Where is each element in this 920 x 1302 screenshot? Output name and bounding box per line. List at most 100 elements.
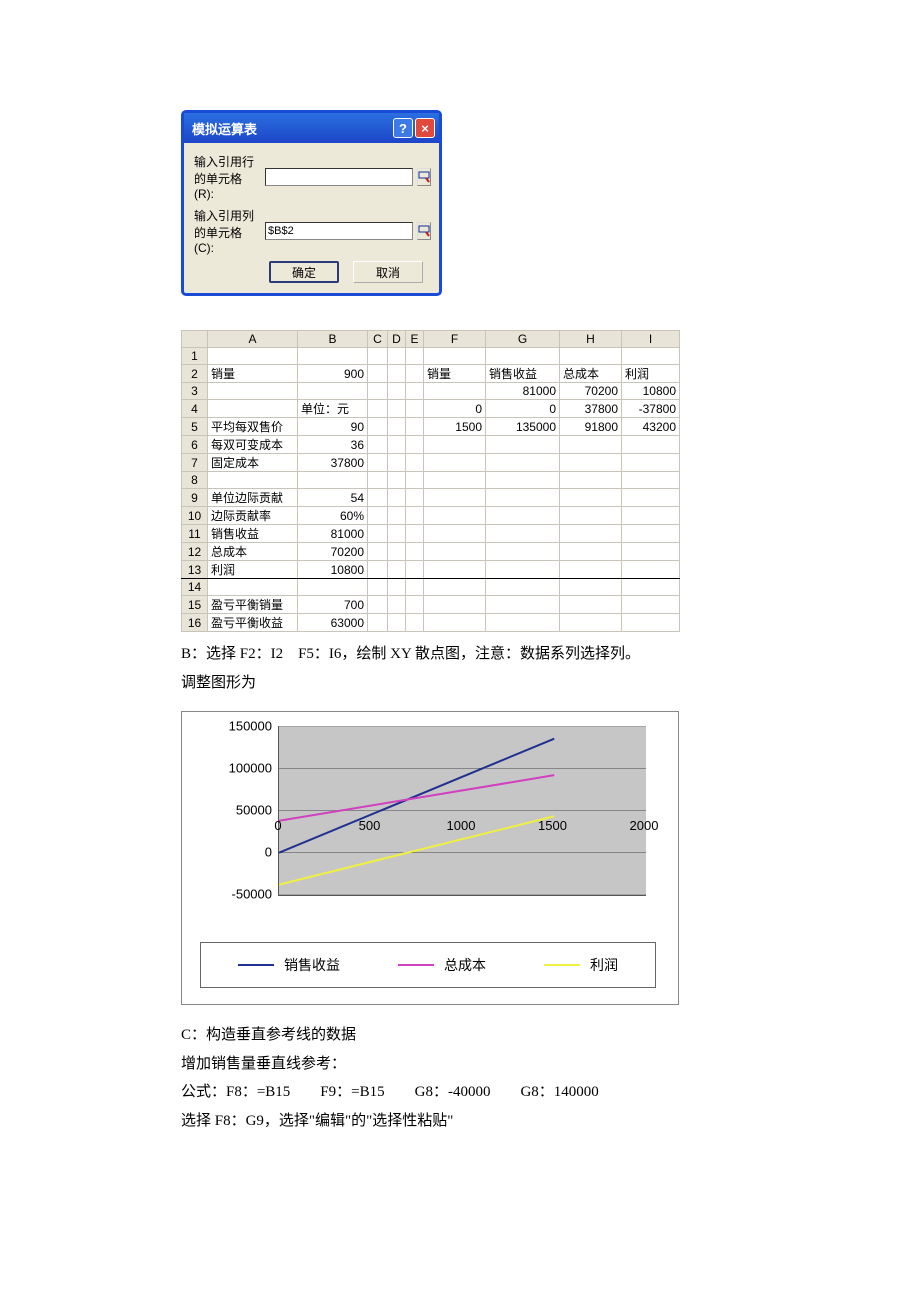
cell[interactable] (406, 579, 424, 596)
cell[interactable] (298, 472, 368, 489)
cell[interactable] (424, 348, 486, 365)
cell[interactable] (406, 543, 424, 561)
cell[interactable] (424, 525, 486, 543)
cell[interactable] (560, 543, 622, 561)
cell[interactable] (622, 614, 680, 632)
row-header[interactable]: 11 (182, 525, 208, 543)
dialog-titlebar[interactable]: 模拟运算表 ? × (184, 113, 439, 143)
cell[interactable] (388, 507, 406, 525)
cell[interactable] (622, 579, 680, 596)
cell[interactable] (208, 472, 298, 489)
row-header[interactable]: 16 (182, 614, 208, 632)
help-icon[interactable]: ? (393, 118, 413, 138)
row-header[interactable]: 10 (182, 507, 208, 525)
collapse-dialog-icon[interactable] (417, 168, 431, 186)
cell[interactable] (486, 454, 560, 472)
cell[interactable] (298, 383, 368, 400)
row-header[interactable]: 3 (182, 383, 208, 400)
cell[interactable]: 63000 (298, 614, 368, 632)
cell[interactable] (424, 454, 486, 472)
cell[interactable] (424, 543, 486, 561)
row-header[interactable]: 5 (182, 418, 208, 436)
cell[interactable]: 0 (424, 400, 486, 418)
cell[interactable]: 每双可变成本 (208, 436, 298, 454)
cell[interactable] (406, 596, 424, 614)
cell[interactable] (368, 579, 388, 596)
cell[interactable] (622, 472, 680, 489)
cell[interactable] (424, 383, 486, 400)
cell[interactable] (486, 596, 560, 614)
row-header[interactable]: 13 (182, 561, 208, 579)
cell[interactable] (622, 348, 680, 365)
cell[interactable] (486, 579, 560, 596)
cell[interactable] (560, 436, 622, 454)
row-header[interactable]: 14 (182, 579, 208, 596)
cell[interactable]: 平均每双售价 (208, 418, 298, 436)
cell[interactable] (208, 400, 298, 418)
cell[interactable] (208, 383, 298, 400)
cell[interactable]: 利润 (208, 561, 298, 579)
cell[interactable]: 单位：元 (298, 400, 368, 418)
spreadsheet[interactable]: ABCDEFGHI12销量900销量销售收益总成本利润3810007020010… (181, 330, 680, 632)
cell[interactable] (424, 579, 486, 596)
cell[interactable] (486, 525, 560, 543)
cell[interactable] (424, 436, 486, 454)
cell[interactable]: 37800 (298, 454, 368, 472)
cell[interactable]: 70200 (560, 383, 622, 400)
cell[interactable]: 利润 (622, 365, 680, 383)
cell[interactable]: -37800 (622, 400, 680, 418)
collapse-dialog-icon[interactable] (417, 222, 431, 240)
cell[interactable] (406, 400, 424, 418)
cell[interactable] (298, 348, 368, 365)
cell[interactable]: 37800 (560, 400, 622, 418)
col-header[interactable]: B (298, 331, 368, 348)
cell[interactable] (486, 561, 560, 579)
cell[interactable]: 10800 (622, 383, 680, 400)
cell[interactable] (368, 472, 388, 489)
row-header[interactable]: 6 (182, 436, 208, 454)
close-icon[interactable]: × (415, 118, 435, 138)
cell[interactable] (368, 543, 388, 561)
cell[interactable]: 销量 (208, 365, 298, 383)
cell[interactable] (560, 472, 622, 489)
cell[interactable] (486, 507, 560, 525)
cell[interactable] (388, 579, 406, 596)
ok-button[interactable]: 确定 (269, 261, 339, 283)
cell[interactable] (406, 525, 424, 543)
cell[interactable] (406, 614, 424, 632)
cell[interactable]: 135000 (486, 418, 560, 436)
row-header[interactable]: 9 (182, 489, 208, 507)
cell[interactable] (406, 454, 424, 472)
cell[interactable] (388, 436, 406, 454)
cell[interactable] (560, 454, 622, 472)
cell[interactable] (208, 579, 298, 596)
cell[interactable]: 销售收益 (486, 365, 560, 383)
col-header[interactable]: H (560, 331, 622, 348)
cell[interactable] (560, 525, 622, 543)
col-header[interactable]: E (406, 331, 424, 348)
cell[interactable] (406, 348, 424, 365)
col-header[interactable]: A (208, 331, 298, 348)
cell[interactable]: 边际贡献率 (208, 507, 298, 525)
cell[interactable] (486, 489, 560, 507)
cell[interactable]: 81000 (298, 525, 368, 543)
col-header[interactable]: D (388, 331, 406, 348)
cell[interactable] (424, 489, 486, 507)
cell[interactable] (388, 472, 406, 489)
cell[interactable] (388, 418, 406, 436)
cell[interactable] (406, 489, 424, 507)
cell[interactable] (368, 365, 388, 383)
col-header[interactable]: G (486, 331, 560, 348)
cell[interactable] (388, 365, 406, 383)
cell[interactable] (622, 436, 680, 454)
cell[interactable] (622, 525, 680, 543)
cell[interactable] (424, 614, 486, 632)
row-input-cell[interactable] (265, 168, 413, 186)
row-header[interactable]: 15 (182, 596, 208, 614)
row-header[interactable]: 4 (182, 400, 208, 418)
cell[interactable] (388, 525, 406, 543)
cell[interactable] (486, 472, 560, 489)
cell[interactable] (424, 472, 486, 489)
cell[interactable] (368, 383, 388, 400)
cell[interactable]: 43200 (622, 418, 680, 436)
